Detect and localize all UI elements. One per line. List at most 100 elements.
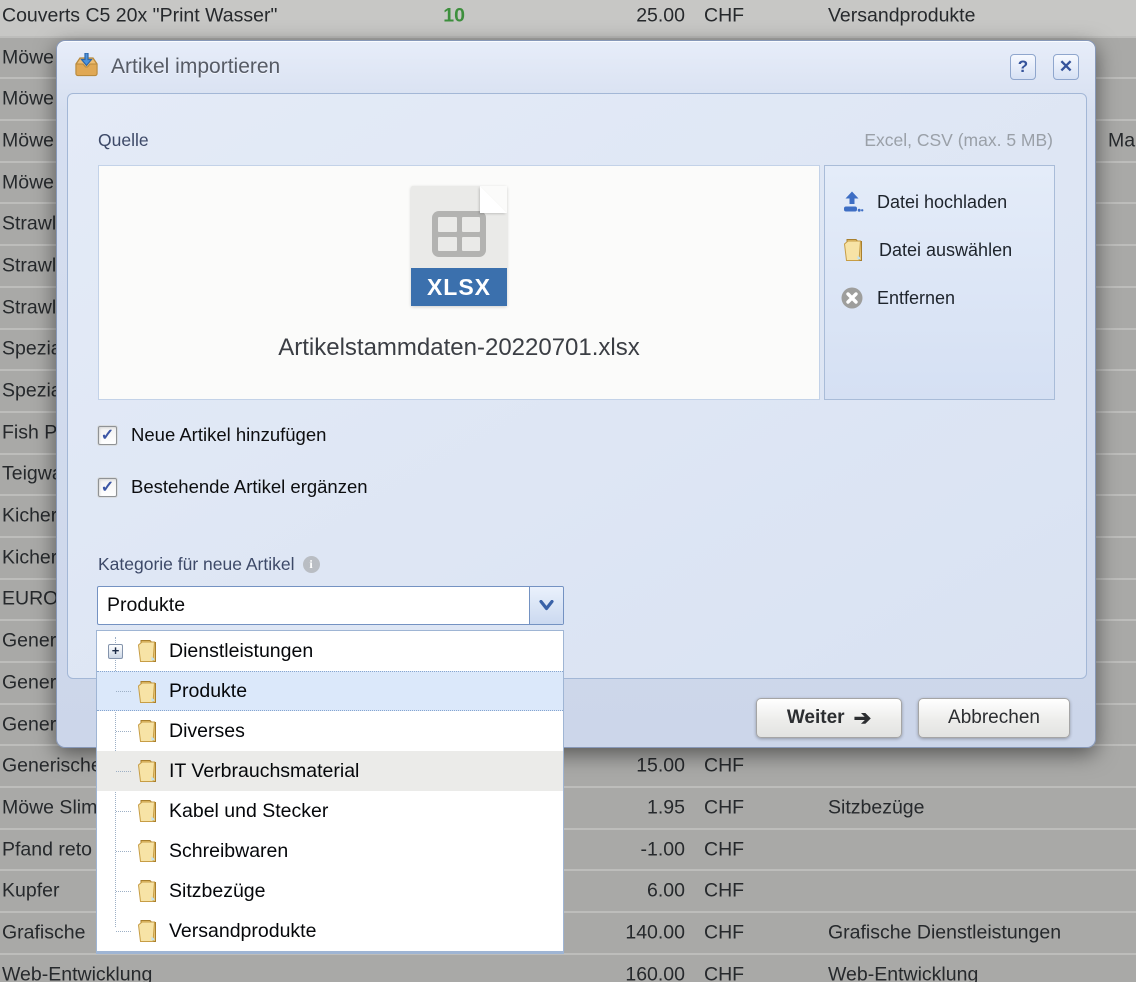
option-add-new-articles[interactable]: ✓ Neue Artikel hinzufügen bbox=[98, 424, 326, 446]
file-area: XLSX Artikelstammdaten-20220701.xlsx Dat… bbox=[98, 165, 1055, 400]
file-actions-panel: Datei hochladen Datei auswählen Entfernen bbox=[824, 165, 1055, 400]
article-name: Pfand reto bbox=[2, 838, 92, 861]
article-price: -1.00 bbox=[560, 838, 685, 861]
folder-icon bbox=[134, 798, 160, 824]
file-action-remove[interactable]: Entfernen bbox=[840, 274, 1054, 322]
next-button[interactable]: Weiter ➔ bbox=[756, 698, 902, 738]
category-combobox[interactable]: Produkte bbox=[97, 586, 564, 625]
source-label: Quelle bbox=[98, 130, 149, 151]
close-button[interactable]: ✕ bbox=[1053, 54, 1079, 80]
table-row: Couverts C5 20x "Print Wasser"1025.00CHF… bbox=[0, 0, 1136, 38]
category-selected-value[interactable]: Produkte bbox=[98, 587, 529, 624]
article-name: Strawl bbox=[2, 296, 56, 319]
article-name: Möwe bbox=[2, 129, 54, 152]
upload-icon bbox=[840, 190, 864, 214]
tree-item-label: Dienstleistungen bbox=[169, 640, 313, 662]
article-name: Möwe bbox=[2, 88, 54, 111]
article-name: Möwe Slim bbox=[2, 796, 97, 819]
dialog-body-panel: Quelle Excel, CSV (max. 5 MB) XLSX Artik… bbox=[67, 93, 1087, 679]
folder-icon bbox=[134, 718, 160, 744]
article-category: Versandprodukte bbox=[828, 4, 975, 27]
article-name: Spezia bbox=[2, 338, 62, 361]
tree-item-dienstleistungen[interactable]: + Dienstleistungen bbox=[97, 631, 563, 671]
tree-connector bbox=[116, 691, 131, 692]
folder-icon bbox=[134, 918, 160, 944]
article-price: 6.00 bbox=[560, 880, 685, 903]
expand-icon[interactable]: + bbox=[108, 644, 123, 659]
import-dialog: Artikel importieren ? ✕ Quelle Excel, CS… bbox=[56, 40, 1096, 748]
tree-connector bbox=[116, 891, 131, 892]
article-price: 1.95 bbox=[560, 796, 685, 819]
article-name: EURO bbox=[2, 588, 58, 611]
article-name: Strawl bbox=[2, 213, 56, 236]
article-currency: CHF bbox=[704, 963, 744, 982]
arrow-right-icon: ➔ bbox=[854, 706, 872, 731]
article-category: Sitzbezüge bbox=[828, 796, 924, 819]
folder-icon bbox=[134, 758, 160, 784]
file-action-folder[interactable]: Datei auswählen bbox=[840, 226, 1054, 274]
article-name: Grafische bbox=[2, 921, 85, 944]
article-price: 25.00 bbox=[560, 4, 685, 27]
article-currency: CHF bbox=[704, 880, 744, 903]
tree-connector bbox=[116, 771, 131, 772]
file-preview-box: XLSX Artikelstammdaten-20220701.xlsx bbox=[98, 165, 820, 400]
tree-item-schreibwaren[interactable]: Schreibwaren bbox=[97, 831, 563, 871]
article-extra: Mar bbox=[1108, 129, 1136, 152]
tree-item-diverses[interactable]: Diverses bbox=[97, 711, 563, 751]
combobox-dropdown-button[interactable] bbox=[529, 587, 563, 624]
option-extend-existing-articles[interactable]: ✓ Bestehende Artikel ergänzen bbox=[98, 476, 368, 498]
tree-item-produkte[interactable]: Produkte bbox=[97, 671, 563, 711]
action-label: Datei auswählen bbox=[879, 240, 1012, 261]
tree-item-kabel-und-stecker[interactable]: Kabel und Stecker bbox=[97, 791, 563, 831]
tree-item-sitzbezüge[interactable]: Sitzbezüge bbox=[97, 871, 563, 911]
file-action-upload[interactable]: Datei hochladen bbox=[840, 178, 1054, 226]
checkbox-icon[interactable]: ✓ bbox=[98, 478, 117, 497]
tree-item-label: IT Verbrauchsmaterial bbox=[169, 760, 359, 782]
category-dropdown-list: + Dienstleistungen Produkte Diverses IT Verb… bbox=[96, 630, 564, 954]
category-label: Kategorie für neue Artikel bbox=[98, 554, 295, 575]
article-name: Web-Entwicklung bbox=[2, 963, 152, 982]
action-label: Entfernen bbox=[877, 288, 955, 309]
folder-icon bbox=[134, 638, 160, 664]
article-name: Möwe bbox=[2, 46, 54, 69]
tree-item-label: Produkte bbox=[169, 680, 247, 702]
folder-icon bbox=[134, 679, 160, 705]
tree-item-label: Versandprodukte bbox=[169, 920, 316, 942]
article-name: Gener bbox=[2, 630, 56, 653]
table-row: Web-Entwicklung160.00CHFWeb-Entwicklung bbox=[0, 955, 1136, 982]
option-label: Bestehende Artikel ergänzen bbox=[131, 476, 368, 498]
article-currency: CHF bbox=[704, 838, 744, 861]
chevron-down-icon bbox=[539, 600, 554, 611]
option-label: Neue Artikel hinzufügen bbox=[131, 424, 326, 446]
cancel-button[interactable]: Abbrechen bbox=[918, 698, 1070, 738]
article-name: Generische bbox=[2, 755, 102, 778]
tree-item-label: Kabel und Stecker bbox=[169, 800, 328, 822]
dialog-titlebar: Artikel importieren ? ✕ bbox=[57, 41, 1095, 93]
article-name: Fish P bbox=[2, 421, 57, 444]
folder-icon bbox=[134, 838, 160, 864]
cancel-button-label: Abbrechen bbox=[948, 707, 1040, 729]
tree-connector bbox=[116, 811, 131, 812]
import-icon bbox=[73, 53, 100, 82]
tree-item-it-verbrauchsmaterial[interactable]: IT Verbrauchsmaterial bbox=[97, 751, 563, 791]
dialog-title: Artikel importieren bbox=[111, 55, 999, 79]
file-extension-badge: XLSX bbox=[411, 268, 507, 306]
tree-item-label: Schreibwaren bbox=[169, 840, 288, 862]
article-currency: CHF bbox=[704, 755, 744, 778]
info-icon[interactable]: i bbox=[303, 556, 320, 573]
next-button-label: Weiter bbox=[787, 707, 845, 729]
tree-item-versandprodukte[interactable]: Versandprodukte bbox=[97, 911, 563, 951]
article-currency: CHF bbox=[704, 796, 744, 819]
checkbox-icon[interactable]: ✓ bbox=[98, 426, 117, 445]
folder-icon bbox=[840, 237, 866, 263]
article-price: 15.00 bbox=[560, 755, 685, 778]
article-category: Web-Entwicklung bbox=[828, 963, 978, 982]
xlsx-file-icon: XLSX bbox=[411, 186, 507, 306]
article-price: 140.00 bbox=[560, 921, 685, 944]
remove-icon bbox=[840, 286, 864, 310]
article-name: Kicher bbox=[2, 546, 57, 569]
article-currency: CHF bbox=[704, 4, 744, 27]
help-button[interactable]: ? bbox=[1010, 54, 1036, 80]
tree-item-label: Diverses bbox=[169, 720, 245, 742]
tree-connector bbox=[116, 851, 131, 852]
